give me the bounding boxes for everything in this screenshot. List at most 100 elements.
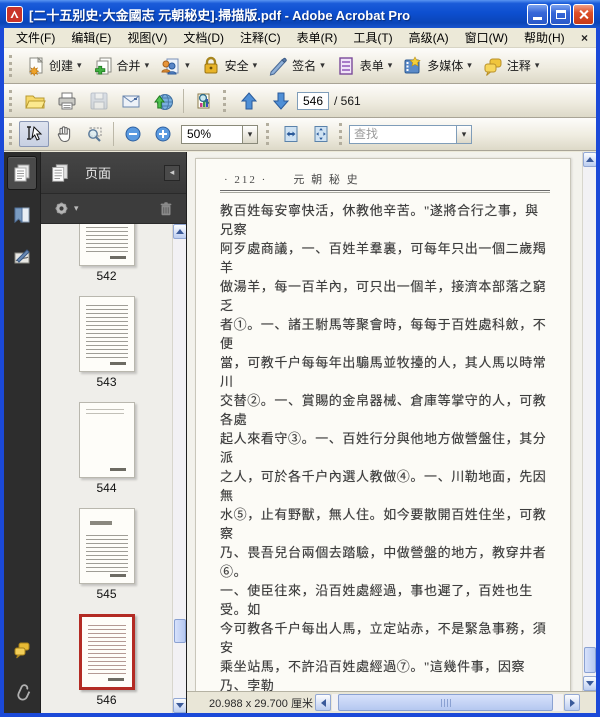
menu-item[interactable]: 高级(A) [401, 27, 457, 48]
toolbar-grip[interactable] [266, 123, 273, 145]
comment-button[interactable]: 注释 ▾ [477, 52, 545, 80]
zoom-out-button[interactable] [118, 121, 148, 147]
body-text-line: 交替②。一、賞賜的金帛器械、倉庫等掌守的人，可教各處 [220, 393, 547, 427]
menu-item[interactable]: 视图(V) [119, 27, 175, 48]
view-toolbar: 50% ▾ ▾ [4, 118, 596, 151]
thumbnail-page-546-selected[interactable]: 546 [78, 614, 135, 707]
create-page-icon [24, 55, 46, 77]
zoom-in-button[interactable] [148, 121, 178, 147]
close-button[interactable] [573, 3, 594, 25]
chevron-down-icon: ▾ [534, 60, 540, 70]
thumbnail-label: 543 [96, 375, 117, 389]
hand-tool-icon [54, 124, 74, 144]
menu-item[interactable]: 表单(R) [289, 27, 346, 48]
up-arrow-icon [238, 90, 260, 112]
marquee-zoom-button[interactable] [79, 121, 109, 147]
scroll-right-button[interactable] [564, 694, 580, 711]
create-button[interactable]: 创建 ▾ [19, 52, 87, 80]
pages-panel-title: 页面 [85, 166, 112, 181]
zoom-in-icon [153, 124, 173, 144]
toolbar-separator [113, 122, 114, 146]
scroll-up-button[interactable] [173, 224, 186, 239]
thumbnail-page-542[interactable]: 542 [78, 224, 135, 283]
secure-button[interactable]: 安全 ▾ [195, 52, 263, 80]
attachments-panel-button[interactable] [7, 675, 37, 709]
chevron-down-icon: ▾ [387, 60, 393, 70]
find-input[interactable] [349, 124, 457, 144]
menu-item[interactable]: 文档(D) [175, 27, 232, 48]
combine-button[interactable]: 合并 ▾ [87, 52, 155, 80]
menu-item[interactable]: 文件(F) [8, 27, 63, 48]
email-envelope-icon [120, 90, 142, 112]
scrollbar-thumb[interactable] [338, 694, 553, 711]
save-button[interactable] [83, 87, 115, 115]
find-dropdown-button[interactable]: ▾ [457, 124, 472, 144]
scroll-up-button[interactable] [583, 152, 596, 167]
menu-item[interactable]: 注释(C) [232, 27, 289, 48]
body-text-line: 一、使臣往來，沿百姓處經過，事也遲了，百姓也生受。如 [220, 583, 533, 617]
email-button[interactable] [115, 87, 147, 115]
zoom-dropdown-button[interactable]: ▾ [243, 124, 258, 144]
document-vertical-scrollbar[interactable] [582, 152, 596, 691]
thumbnail-page-543[interactable]: 543 [78, 296, 135, 389]
bookmarks-panel-button[interactable] [7, 198, 37, 232]
menu-item[interactable]: 帮助(H) [516, 27, 573, 48]
fit-page-button[interactable] [306, 121, 336, 147]
toolbar-grip[interactable] [339, 123, 346, 145]
zoom-out-icon [123, 124, 143, 144]
print-button[interactable] [51, 87, 83, 115]
toolbar-grip[interactable] [9, 54, 16, 77]
chevron-down-icon: ▾ [74, 203, 79, 213]
search-button[interactable] [188, 87, 220, 115]
menu-item[interactable]: 工具(T) [345, 27, 400, 48]
open-button[interactable] [19, 87, 51, 115]
document-pane: · 212 · 元 朝 秘 史 教百姓每安寧快活，休教他辛苦。"遂將合行之事，與… [186, 152, 596, 713]
signatures-panel-button[interactable] [7, 240, 37, 274]
body-text-line: 當，可教千户每每年出騸馬並牧擡的人，其人馬以時常川 [220, 355, 547, 389]
panel-collapse-button[interactable]: ◂ [164, 164, 180, 181]
zoom-level-value[interactable]: 50% [181, 124, 243, 144]
scrollbar-thumb[interactable] [584, 647, 596, 673]
scrollbar-thumb[interactable] [174, 619, 186, 643]
menubar-close-icon[interactable]: × [581, 31, 588, 45]
document-horizontal-scrollbar[interactable] [315, 694, 580, 711]
scroll-down-button[interactable] [583, 676, 596, 691]
delete-trash-icon[interactable] [156, 199, 176, 219]
body-text-line: 教百姓每安寧快活，休教他辛苦。"遂將合行之事，與兄察 [220, 203, 539, 237]
toolbar-grip[interactable] [9, 89, 16, 112]
previous-page-button[interactable] [233, 87, 265, 115]
forms-button[interactable]: 表单 ▾ [330, 52, 398, 80]
next-page-button[interactable] [265, 87, 297, 115]
comments-panel-button[interactable] [7, 633, 37, 667]
toolbar-grip[interactable] [223, 89, 230, 112]
minimize-button[interactable] [527, 3, 548, 25]
forms-icon [335, 55, 357, 77]
multimedia-button[interactable]: 多媒体 ▾ [397, 52, 477, 80]
upload-share-button[interactable] [147, 87, 179, 115]
select-tool-button[interactable] [19, 121, 49, 147]
thumbnail-scrollbar[interactable] [172, 224, 186, 713]
thumbnail-page-545[interactable]: 545 [78, 508, 135, 601]
sign-button[interactable]: 签名 ▾ [262, 52, 330, 80]
create-label: 创建 [49, 59, 74, 73]
toolbar-grip[interactable] [9, 123, 16, 145]
scroll-left-button[interactable] [315, 694, 331, 711]
options-gear-icon[interactable] [51, 199, 71, 219]
menu-item[interactable]: 编辑(E) [63, 27, 119, 48]
thumbnail-page-544[interactable]: 544 [78, 402, 135, 495]
scroll-down-button[interactable] [173, 698, 186, 713]
collaborate-button[interactable]: ▾ [154, 52, 195, 80]
fit-width-button[interactable] [276, 121, 306, 147]
body-text-line: 者①。一、諸王駙馬等聚會時，每每于百姓處科斂，不便 [220, 317, 547, 351]
body-text-line: 乃、畏吾兒台兩個去踏驗，中做營盤的地方，教穿井者⑥。 [220, 545, 547, 579]
pages-panel-button[interactable] [7, 156, 37, 190]
page-number-input[interactable] [297, 91, 329, 110]
body-text-line: 乘坐站馬，不許沿百姓處經過⑦。"這幾件事，因察乃、孛勒 [220, 659, 526, 693]
thumbnail-label: 545 [96, 587, 117, 601]
menu-item[interactable]: 窗口(W) [457, 27, 516, 48]
maximize-button[interactable] [550, 3, 571, 25]
scrollbar-track[interactable] [332, 694, 563, 711]
hand-tool-button[interactable] [49, 121, 79, 147]
search-document-icon [193, 90, 215, 112]
menu-bar: 文件(F) 编辑(E) 视图(V) 文档(D) 注释(C) 表单(R) 工具(T) 高级(A)… [4, 28, 596, 48]
